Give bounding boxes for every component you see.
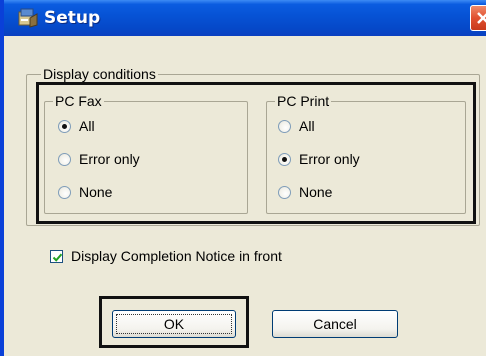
title-bar[interactable]: Setup bbox=[4, 0, 486, 36]
radio-button[interactable] bbox=[58, 119, 71, 133]
radio-button[interactable] bbox=[58, 185, 71, 199]
checkbox[interactable] bbox=[50, 249, 63, 263]
radio-label: None bbox=[79, 184, 113, 200]
ok-button[interactable]: OK bbox=[112, 310, 236, 338]
checkmark-icon bbox=[52, 253, 63, 262]
radio-button[interactable] bbox=[278, 185, 291, 199]
radio-button[interactable] bbox=[58, 152, 71, 166]
radio-label: Error only bbox=[299, 151, 360, 167]
cancel-button[interactable]: Cancel bbox=[272, 310, 398, 338]
radio-label: All bbox=[79, 118, 95, 134]
pc-fax-radio-error-only[interactable]: Error only bbox=[58, 149, 140, 169]
dialog-title: Setup bbox=[44, 8, 101, 28]
pc-print-radio-error-only[interactable]: Error only bbox=[278, 149, 360, 169]
pc-print-radio-all[interactable]: All bbox=[278, 116, 315, 136]
pc-fax-radio-all[interactable]: All bbox=[58, 116, 95, 136]
radio-button[interactable] bbox=[278, 119, 291, 133]
setup-app-icon bbox=[18, 8, 38, 28]
radio-label: Error only bbox=[79, 151, 140, 167]
focus-rectangle bbox=[116, 314, 232, 334]
close-button[interactable] bbox=[470, 5, 486, 31]
radio-button[interactable] bbox=[278, 152, 291, 166]
pc-print-radio-none[interactable]: None bbox=[278, 182, 332, 202]
pc-fax-radio-none[interactable]: None bbox=[58, 182, 112, 202]
pc-print-label: PC Print bbox=[275, 92, 332, 110]
display-conditions-label: Display conditions bbox=[41, 65, 158, 83]
setup-dialog: Setup Display conditions PC Fax All Erro… bbox=[0, 0, 486, 356]
cancel-button-label: Cancel bbox=[313, 316, 357, 332]
pc-fax-label: PC Fax bbox=[53, 92, 104, 110]
close-icon bbox=[477, 12, 486, 24]
completion-notice-label: Display Completion Notice in front bbox=[71, 248, 282, 264]
radio-label: None bbox=[299, 184, 333, 200]
completion-notice-checkbox-row[interactable]: Display Completion Notice in front bbox=[50, 246, 282, 266]
radio-label: All bbox=[299, 118, 315, 134]
